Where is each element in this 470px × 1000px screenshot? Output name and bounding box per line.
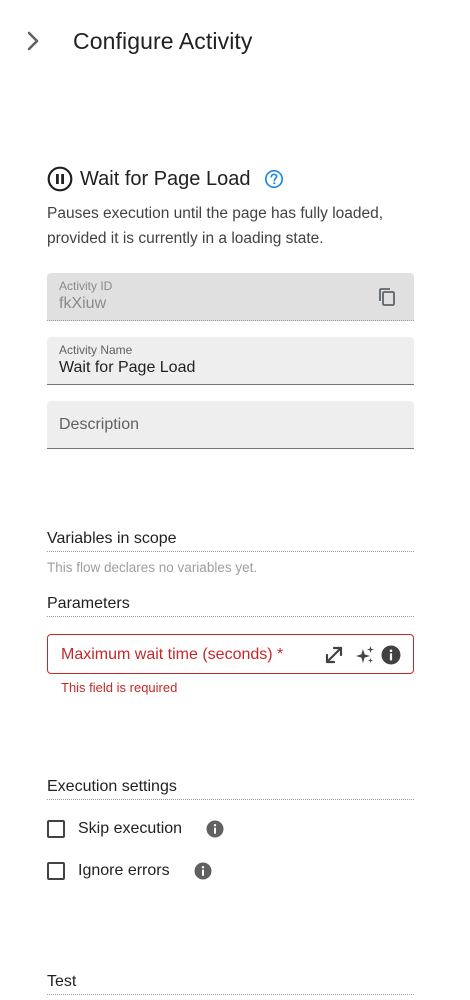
- help-icon[interactable]: [264, 169, 284, 189]
- skip-execution-row: Skip execution: [47, 818, 224, 840]
- sparkle-icon[interactable]: [354, 644, 376, 666]
- skip-execution-label[interactable]: Skip execution: [78, 820, 182, 838]
- max-wait-time-input[interactable]: Maximum wait time (seconds) *: [47, 634, 414, 674]
- parameters-heading: Parameters: [47, 595, 414, 617]
- description-placeholder: Description: [59, 416, 140, 433]
- configure-activity-panel: Configure Activity Wait for Page Load Pa…: [0, 0, 470, 1000]
- test-heading: Test: [47, 973, 414, 995]
- activity-id-label: Activity ID: [59, 279, 113, 293]
- ignore-errors-label[interactable]: Ignore errors: [78, 862, 170, 880]
- ignore-errors-checkbox[interactable]: [47, 862, 65, 880]
- description-field[interactable]: Description: [47, 401, 414, 449]
- activity-name-field[interactable]: Activity Name Wait for Page Load: [47, 337, 414, 385]
- ignore-errors-row: Ignore errors: [47, 860, 212, 882]
- info-icon[interactable]: [381, 645, 401, 665]
- variables-heading: Variables in scope: [47, 530, 414, 552]
- copy-icon[interactable]: [376, 286, 398, 308]
- activity-name-value[interactable]: Wait for Page Load: [59, 359, 195, 377]
- chevron-right-icon: [27, 31, 39, 51]
- info-icon[interactable]: [194, 862, 212, 880]
- activity-heading: Wait for Page Load: [47, 165, 284, 193]
- execution-settings-heading: Execution settings: [47, 778, 414, 800]
- activity-id-field: Activity ID fkXiuw: [47, 273, 414, 321]
- activity-title: Wait for Page Load: [80, 167, 251, 190]
- max-wait-time-label: Maximum wait time (seconds) *: [61, 646, 284, 663]
- activity-name-label: Activity Name: [59, 343, 133, 357]
- variables-empty-hint: This flow declares no variables yet.: [47, 560, 258, 575]
- pause-circle-icon: [47, 166, 73, 192]
- max-wait-time-error: This field is required: [61, 680, 178, 695]
- skip-execution-checkbox[interactable]: [47, 820, 65, 838]
- info-icon[interactable]: [206, 820, 224, 838]
- expand-icon[interactable]: [323, 644, 345, 666]
- activity-description: Pauses execution until the page has full…: [47, 205, 384, 247]
- page-title: Configure Activity: [73, 28, 253, 54]
- max-wait-time-actions: [323, 644, 401, 666]
- activity-id-value: fkXiuw: [59, 295, 107, 312]
- collapse-panel-button[interactable]: [20, 28, 46, 54]
